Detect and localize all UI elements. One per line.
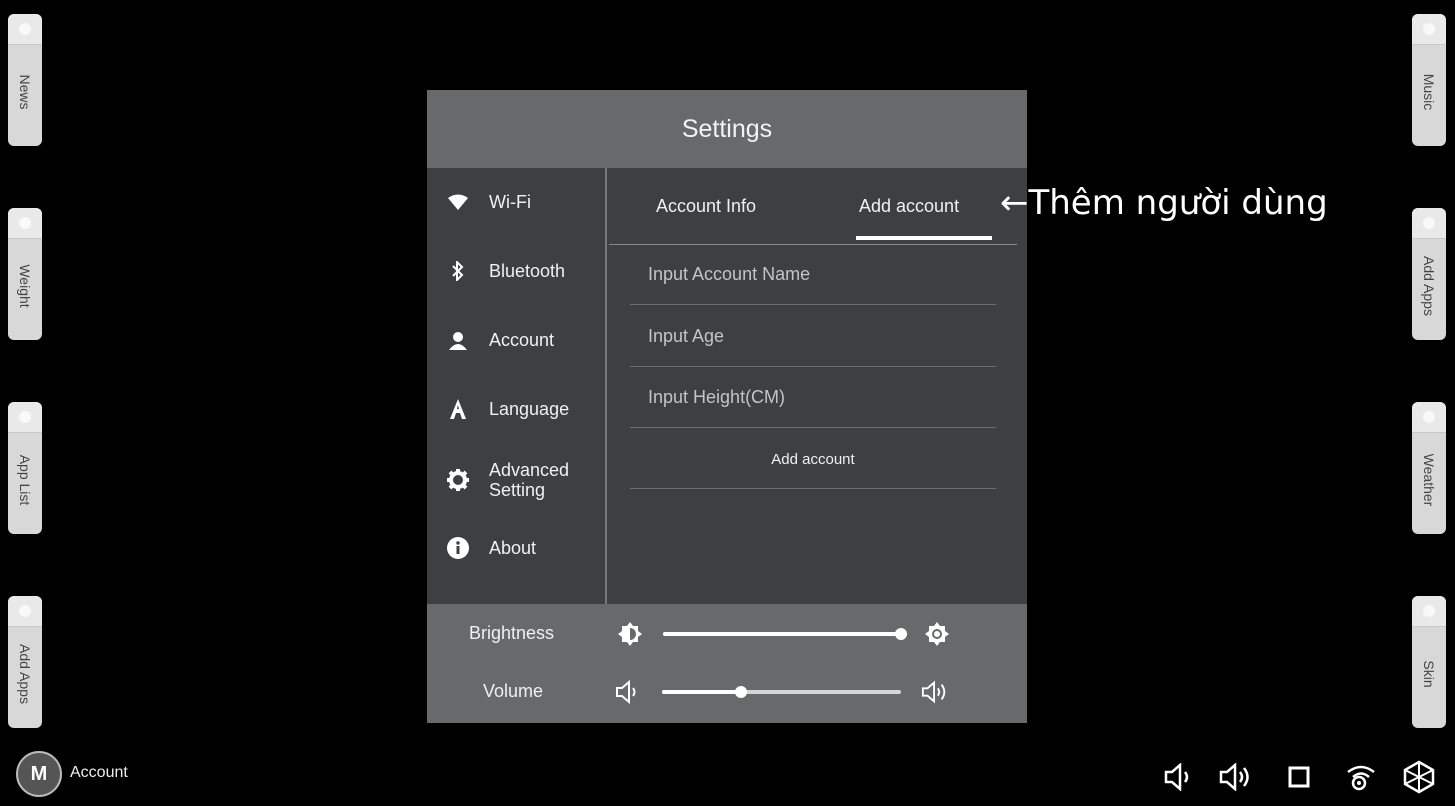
add-account-button[interactable]: Add account xyxy=(630,430,996,489)
side-tab-label: App List xyxy=(17,454,33,506)
settings-dialog: Settings Wi-Fi Bluetooth Account Languag… xyxy=(427,90,1027,723)
side-tab-app-list[interactable]: App List xyxy=(8,402,42,534)
rss-icon xyxy=(8,14,42,45)
side-tab-label: Add Apps xyxy=(1421,256,1437,316)
settings-sidebar: Wi-Fi Bluetooth Account Language Advance… xyxy=(427,168,607,604)
side-tab-label: Add Apps xyxy=(17,644,33,704)
tab-account-info[interactable]: Account Info xyxy=(656,168,756,244)
side-tab-weather[interactable]: Weather xyxy=(1412,402,1446,534)
side-tab-news[interactable]: News xyxy=(8,14,42,146)
wifi-settings-icon[interactable] xyxy=(1344,760,1378,794)
side-tab-label: News xyxy=(17,74,33,110)
sidebar-item-label: Advanced Setting xyxy=(489,460,570,500)
info-icon xyxy=(447,537,469,559)
palette-icon xyxy=(1412,596,1446,627)
letter-a-icon xyxy=(447,398,469,420)
cube-icon[interactable] xyxy=(1402,760,1436,794)
grid-icon xyxy=(8,402,42,433)
brightness-slider[interactable] xyxy=(663,628,907,640)
sidebar-item-about[interactable]: About xyxy=(427,528,605,568)
sidebar-item-label: Bluetooth xyxy=(489,261,566,281)
volume-down-icon[interactable] xyxy=(1163,760,1197,794)
music-note-icon xyxy=(1412,14,1446,45)
volume-knob[interactable] xyxy=(735,686,747,698)
scale-icon xyxy=(8,208,42,239)
square-icon[interactable] xyxy=(1282,760,1316,794)
age-input[interactable]: Input Age xyxy=(630,307,996,367)
account-label[interactable]: Account xyxy=(70,764,128,782)
height-input[interactable]: Input Height(CM) xyxy=(630,368,996,428)
side-tab-music[interactable]: Music xyxy=(1412,14,1446,146)
volume-up-icon xyxy=(921,678,949,706)
sidebar-item-label: Account xyxy=(489,330,555,350)
side-tab-add-apps[interactable]: Add Apps xyxy=(8,596,42,728)
side-tab-label: Weight xyxy=(17,264,33,308)
volume-label: Volume xyxy=(483,681,544,701)
sidebar-item-bluetooth[interactable]: Bluetooth xyxy=(427,251,605,291)
volume-up-icon[interactable] xyxy=(1219,760,1253,794)
sun-icon xyxy=(1412,402,1446,433)
brightness-low-icon xyxy=(616,620,644,648)
plus-icon xyxy=(1412,208,1446,239)
gear-icon xyxy=(447,469,469,491)
active-tab-indicator xyxy=(856,236,992,240)
volume-down-icon xyxy=(614,678,642,706)
sidebar-item-label: About xyxy=(489,538,537,558)
side-tab-label: Weather xyxy=(1421,453,1437,507)
side-tab-add-apps-right[interactable]: Add Apps xyxy=(1412,208,1446,340)
sidebar-item-label: Wi-Fi xyxy=(489,192,531,212)
brightness-label: Brightness xyxy=(469,623,555,643)
controls-panel: Brightness Volume xyxy=(427,604,1027,723)
sidebar-item-advanced-setting[interactable]: Advanced Setting xyxy=(427,458,605,502)
sidebar-item-account[interactable]: Account xyxy=(427,320,605,360)
brightness-knob[interactable] xyxy=(895,628,907,640)
account-name-input[interactable]: Input Account Name xyxy=(630,245,996,305)
account-badge-letter: M xyxy=(30,762,48,785)
wifi-icon xyxy=(447,191,469,213)
sidebar-item-language[interactable]: Language xyxy=(427,389,605,429)
bluetooth-icon xyxy=(447,260,469,282)
brightness-high-icon xyxy=(923,620,951,648)
side-tab-skin[interactable]: Skin xyxy=(1412,596,1446,728)
annotation-label: ←Thêm người dùng xyxy=(1000,183,1328,223)
account-avatar[interactable]: M xyxy=(16,751,62,797)
settings-content: Account Info Add account Input Account N… xyxy=(609,168,1027,604)
tab-add-account[interactable]: Add account xyxy=(859,168,959,244)
side-tab-label: Music xyxy=(1421,73,1437,111)
sidebar-item-wifi[interactable]: Wi-Fi xyxy=(427,182,605,222)
person-icon xyxy=(447,329,469,351)
volume-slider[interactable] xyxy=(662,686,901,698)
plus-icon xyxy=(8,596,42,627)
side-tab-weight[interactable]: Weight xyxy=(8,208,42,340)
side-tab-label: Skin xyxy=(1421,660,1437,688)
sidebar-item-label: Language xyxy=(489,399,570,419)
volume-fill xyxy=(662,690,741,694)
settings-title: Settings xyxy=(427,90,1027,168)
brightness-fill xyxy=(663,632,901,636)
